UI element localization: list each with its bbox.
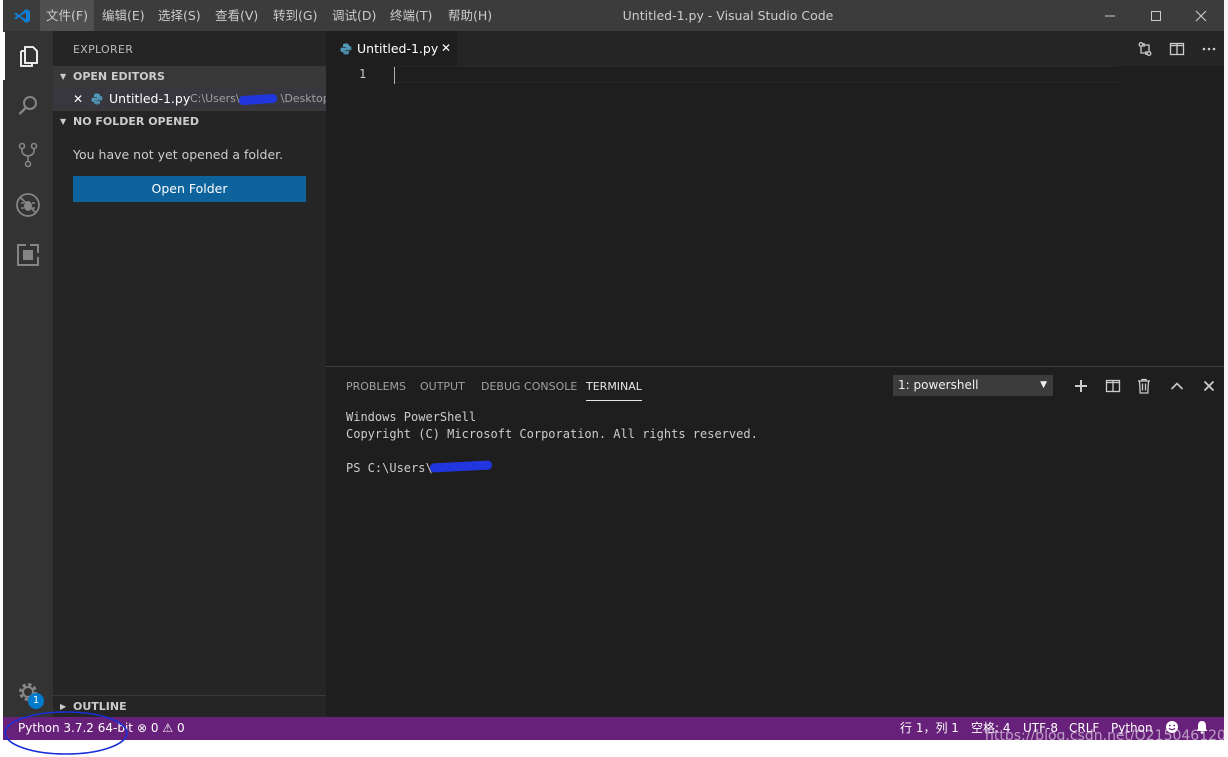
maximize-panel-button[interactable] (1167, 376, 1187, 396)
open-changes-button[interactable] (1136, 40, 1154, 58)
extensions-icon (17, 244, 39, 266)
outline-label: OUTLINE (73, 700, 127, 713)
trash-icon (1138, 378, 1150, 394)
close-window-button[interactable] (1178, 0, 1224, 31)
bottom-panel: PROBLEMS OUTPUT DEBUG CONSOLE TERMINAL 1… (326, 366, 1224, 718)
vscode-logo-icon (14, 9, 30, 23)
editor-tab-label: Untitled-1.py (357, 41, 439, 56)
kill-terminal-button[interactable] (1134, 376, 1154, 396)
activity-settings[interactable] (3, 668, 53, 716)
no-folder-message: You have not yet opened a folder. (73, 147, 284, 162)
title-bar: 文件(F) 编辑(E) 选择(S) 查看(V) 转到(G) 调试(D) 终端(T… (3, 0, 1224, 31)
menu-selection[interactable]: 选择(S) (152, 0, 207, 31)
outline-header[interactable]: ▶ OUTLINE (53, 695, 326, 718)
search-icon (18, 96, 37, 115)
files-icon (20, 46, 38, 67)
split-terminal-button[interactable] (1103, 376, 1123, 396)
python-file-icon (91, 93, 103, 105)
menu-debug[interactable]: 调试(D) (326, 0, 382, 31)
sidebar-title: EXPLORER (73, 43, 134, 56)
chevron-up-icon (1170, 382, 1184, 390)
open-editor-filename: Untitled-1.py (109, 91, 191, 106)
activity-bar (3, 31, 53, 717)
current-line-highlight (392, 66, 1118, 83)
terminal-output[interactable]: Windows PowerShell Copyright (C) Microsof… (346, 409, 758, 477)
tab-problems[interactable]: PROBLEMS (346, 380, 406, 400)
open-folder-button[interactable]: Open Folder (73, 176, 306, 202)
python-file-icon (340, 43, 352, 55)
open-editors-header[interactable]: ▼ OPEN EDITORS (53, 66, 326, 88)
plus-icon (1075, 380, 1087, 392)
error-count: 0 (150, 721, 159, 735)
source-control-icon (18, 142, 38, 168)
menu-go[interactable]: 转到(G) (267, 0, 323, 31)
split-editor-icon (1169, 42, 1185, 56)
chevron-down-icon: ▼ (1040, 380, 1047, 390)
chevron-down-icon: ▼ (60, 117, 67, 126)
python-interpreter-status[interactable]: Python 3.7.2 64-bit (18, 717, 133, 740)
watermark: https://blog.csdn.net/Q215046120 (985, 728, 1226, 744)
tab-output[interactable]: OUTPUT (420, 380, 465, 400)
tab-terminal[interactable]: TERMINAL (586, 380, 642, 401)
close-panel-button[interactable] (1199, 376, 1219, 396)
open-editor-item[interactable]: ✕ Untitled-1.py C:\Users\ \Desktop (53, 88, 326, 110)
terminal-prompt: PS C:\Users\ (346, 461, 433, 475)
split-editor-button[interactable] (1168, 40, 1186, 58)
text-cursor (394, 67, 395, 84)
chevron-down-icon: ▼ (60, 72, 67, 81)
minimize-button[interactable] (1087, 0, 1133, 31)
cursor-position-status[interactable]: 行 1，列 1 (900, 717, 959, 740)
no-folder-label: NO FOLDER OPENED (73, 115, 199, 128)
no-folder-header[interactable]: ▼ NO FOLDER OPENED (53, 110, 326, 133)
activity-extensions[interactable] (3, 231, 53, 279)
close-icon (1195, 10, 1207, 21)
vscode-window: 文件(F) 编辑(E) 选择(S) 查看(V) 转到(G) 调试(D) 终端(T… (3, 0, 1224, 740)
menu-help[interactable]: 帮助(H) (442, 0, 498, 31)
menu-file[interactable]: 文件(F) (40, 0, 94, 31)
terminal-line: Windows PowerShell (346, 410, 477, 424)
menu-view[interactable]: 查看(V) (209, 0, 264, 31)
tab-debug-console[interactable]: DEBUG CONSOLE (481, 380, 577, 400)
split-terminal-icon (1105, 379, 1121, 393)
new-terminal-button[interactable] (1071, 376, 1091, 396)
editor-tab-bar: Untitled-1.py ✕ (326, 31, 1224, 66)
chevron-right-icon: ▶ (60, 702, 67, 711)
close-icon (1203, 380, 1215, 392)
terminal-select-value: 1: powershell (898, 378, 979, 392)
warning-icon: ⚠ (162, 721, 174, 735)
editor-tab[interactable]: Untitled-1.py ✕ (326, 31, 457, 66)
terminal-line: Copyright (C) Microsoft Corporation. All… (346, 427, 758, 441)
settings-update-badge: 1 (28, 693, 44, 709)
activity-debug[interactable] (3, 181, 53, 229)
activity-search[interactable] (3, 81, 53, 129)
menu-edit[interactable]: 编辑(E) (96, 0, 151, 31)
debug-icon (16, 193, 40, 217)
line-number: 1 (359, 67, 367, 81)
menu-terminal[interactable]: 终端(T) (384, 0, 438, 31)
maximize-icon (1151, 10, 1161, 21)
code-editor[interactable]: 1 (326, 66, 1224, 366)
minimize-icon (1105, 15, 1115, 16)
explorer-sidebar: EXPLORER ▼ OPEN EDITORS ✕ Untitled-1.py … (53, 31, 326, 717)
compare-icon (1138, 42, 1152, 56)
maximize-button[interactable] (1133, 0, 1179, 31)
close-editor-icon[interactable]: ✕ (73, 88, 83, 110)
window-title: Untitled-1.py - Visual Studio Code (622, 8, 834, 23)
activity-source-control[interactable] (3, 131, 53, 179)
problems-status[interactable]: ⊗ 0 ⚠ 0 (137, 717, 185, 740)
activity-explorer[interactable] (3, 32, 53, 80)
more-actions-button[interactable] (1200, 40, 1218, 58)
background-page-strip (1224, 0, 1228, 740)
tab-close-icon[interactable]: ✕ (441, 31, 451, 66)
error-icon: ⊗ (137, 721, 148, 735)
warning-count: 0 (176, 721, 185, 735)
terminal-select[interactable]: 1: powershell ▼ (893, 375, 1053, 396)
ellipsis-icon (1202, 47, 1216, 51)
open-editors-label: OPEN EDITORS (73, 70, 165, 83)
